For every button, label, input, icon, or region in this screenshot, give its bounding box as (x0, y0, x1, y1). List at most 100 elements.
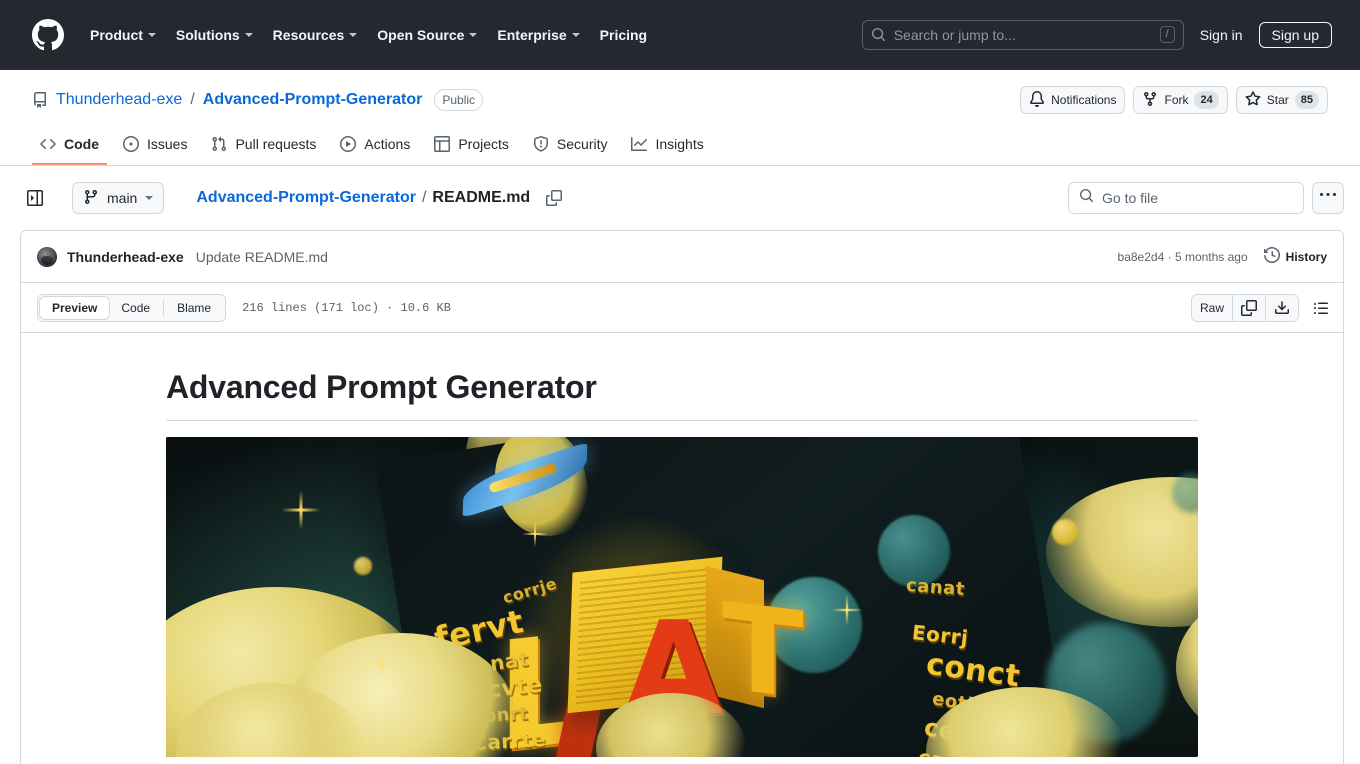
repo-title: Thunderhead-exe / Advanced-Prompt-Genera… (32, 89, 484, 111)
fork-button[interactable]: Fork 24 (1133, 86, 1228, 114)
copy-path-icon[interactable] (546, 190, 563, 206)
commit-sha[interactable]: ba8e2d4 (1118, 250, 1165, 264)
tab-projects[interactable]: Projects (426, 128, 517, 165)
repo-owner-link[interactable]: Thunderhead-exe (56, 91, 182, 109)
code-icon (40, 136, 56, 152)
go-to-file-input[interactable]: Go to file (1068, 182, 1304, 214)
file-content-wrap: Thunderhead-exe Update README.md ba8e2d4… (0, 230, 1360, 764)
file-panel: Thunderhead-exe Update README.md ba8e2d4… (20, 230, 1344, 764)
tab-code[interactable]: Code (32, 128, 107, 165)
list-unordered-icon[interactable] (1307, 294, 1335, 322)
notifications-button[interactable]: Notifications (1020, 86, 1126, 114)
view-tab-code[interactable]: Code (109, 297, 162, 319)
global-nav: Product Solutions Resources Open Source … (80, 19, 657, 51)
commit-dot: · (1167, 249, 1172, 264)
sidebar-expand-icon[interactable] (20, 183, 50, 213)
banner-orb (1052, 519, 1078, 545)
breadcrumb-separator: / (421, 189, 427, 206)
file-toolbar-right: Raw (1190, 293, 1335, 322)
global-nav-label: Resources (272, 26, 345, 43)
banner-sparkle (281, 490, 321, 530)
commit-meta-group: ba8e2d4 · 5 months ago History (1118, 246, 1327, 266)
global-header: Product Solutions Resources Open Source … (0, 0, 1360, 70)
star-icon (1245, 90, 1261, 110)
readme-body: Advanced Prompt Generator L A T fervt ea… (21, 333, 1343, 764)
global-nav-item-solutions[interactable]: Solutions (166, 19, 263, 51)
search-icon (871, 27, 886, 42)
repo-icon (32, 92, 48, 108)
global-header-right: Search or jump to... / Sign in Sign up (861, 19, 1344, 50)
banner-sparkle (522, 521, 548, 547)
graph-icon (631, 136, 648, 152)
latest-commit-row: Thunderhead-exe Update README.md ba8e2d4… (21, 231, 1343, 283)
global-nav-item-product[interactable]: Product (80, 19, 166, 51)
raw-copy-download-group: Raw (1190, 293, 1299, 322)
sign-in-link[interactable]: Sign in (1200, 27, 1243, 43)
tab-label: Issues (147, 136, 188, 152)
global-nav-item-enterprise[interactable]: Enterprise (487, 19, 589, 51)
branch-name: main (107, 190, 138, 206)
global-nav-label: Solutions (175, 26, 240, 43)
branch-selector-button[interactable]: main (72, 182, 165, 214)
readme-inner: Advanced Prompt Generator L A T fervt ea… (166, 369, 1198, 757)
breadcrumb-repo-link[interactable]: Advanced-Prompt-Generator (196, 189, 416, 207)
file-navigation-bar: main Advanced-Prompt-Generator / README.… (0, 166, 1360, 230)
global-nav-item-resources[interactable]: Resources (263, 19, 368, 51)
history-link[interactable]: History (1263, 246, 1327, 266)
avatar[interactable] (37, 246, 57, 267)
global-nav-item-open-source[interactable]: Open Source (367, 19, 487, 51)
banner-sparkle (831, 594, 863, 626)
tab-insights[interactable]: Insights (623, 128, 711, 165)
history-icon (1263, 246, 1280, 266)
star-count: 85 (1294, 91, 1319, 109)
commit-author[interactable]: Thunderhead-exe (67, 249, 184, 265)
star-button[interactable]: Star 85 (1235, 86, 1328, 114)
chevron-down-icon (147, 32, 156, 37)
repo-visibility-badge: Public (434, 89, 484, 111)
page-title: Advanced Prompt Generator (166, 369, 1198, 421)
github-mark-icon[interactable] (32, 18, 64, 51)
repo-actions: Notifications Fork 24 Star 85 (1020, 86, 1328, 114)
chevron-down-icon (244, 32, 253, 37)
global-nav-label: Open Source (377, 26, 465, 43)
view-tab-blame[interactable]: Blame (165, 297, 223, 319)
commit-sha-and-time: ba8e2d4 · 5 months ago (1118, 250, 1248, 264)
chevron-down-icon (145, 196, 154, 200)
file-view-tabs: Preview Code Blame (37, 293, 227, 322)
tab-label: Code (64, 136, 99, 152)
global-nav-label: Pricing (599, 26, 648, 43)
tab-pull-requests[interactable]: Pull requests (203, 128, 324, 165)
search-placeholder: Search or jump to... (893, 26, 1016, 43)
file-meta-text: 216 lines (171 loc) · 10.6 KB (242, 300, 451, 315)
play-icon (340, 136, 357, 152)
tab-actions[interactable]: Actions (332, 128, 418, 165)
copy-icon[interactable] (1233, 294, 1266, 321)
tab-security[interactable]: Security (525, 128, 616, 165)
view-tab-preview[interactable]: Preview (40, 296, 110, 319)
repo-header: Thunderhead-exe / Advanced-Prompt-Genera… (0, 70, 1360, 166)
fork-icon (1142, 91, 1158, 110)
repo-nav-tabs: Code Issues Pull requests Actions Projec… (32, 128, 1328, 165)
global-nav-label: Product (90, 26, 143, 43)
notifications-label: Notifications (1051, 93, 1117, 107)
commit-message[interactable]: Update README.md (196, 249, 328, 265)
download-icon[interactable] (1266, 295, 1298, 321)
chevron-down-icon (469, 32, 478, 37)
banner-orb (354, 557, 372, 575)
readme-banner-image: L A T fervt eanat Lecvte Conrt Carrte Eo… (166, 437, 1198, 757)
sign-up-button[interactable]: Sign up (1258, 21, 1332, 48)
raw-button[interactable]: Raw (1192, 294, 1233, 321)
global-nav-item-pricing[interactable]: Pricing (590, 19, 657, 51)
tab-issues[interactable]: Issues (115, 128, 195, 165)
repo-name-link[interactable]: Advanced-Prompt-Generator (203, 91, 423, 109)
search-input[interactable]: Search or jump to... / (861, 19, 1184, 50)
git-pull-request-icon (211, 136, 227, 152)
fork-count: 24 (1194, 91, 1219, 109)
search-icon (1079, 188, 1094, 208)
view-tab-divider (163, 299, 165, 316)
chevron-down-icon (571, 32, 580, 37)
tab-label: Insights (655, 136, 704, 152)
kebab-horizontal-icon[interactable] (1312, 182, 1344, 214)
git-branch-icon (83, 189, 99, 208)
table-icon (434, 136, 451, 152)
